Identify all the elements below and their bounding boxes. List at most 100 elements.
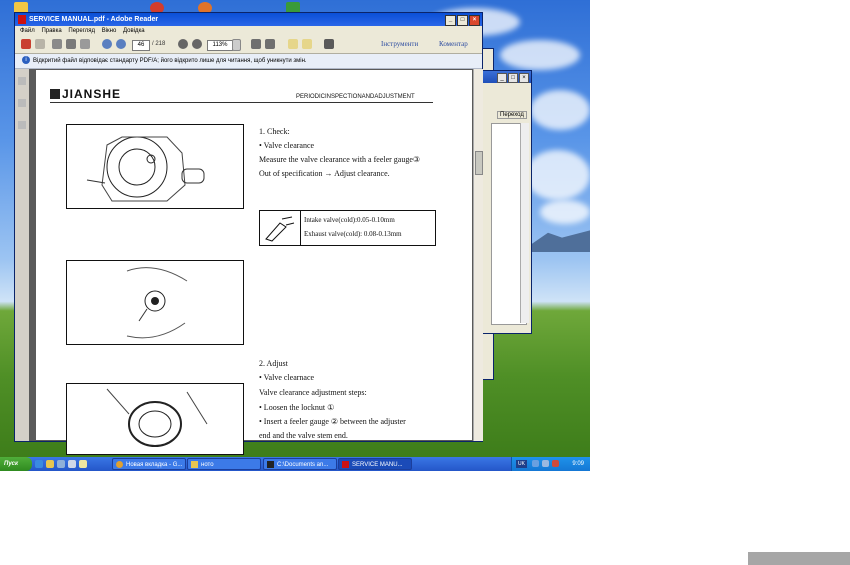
adobe-reader-icon	[342, 461, 349, 468]
info-message: Відкритий файл відповідає стандарту PDF/…	[33, 58, 307, 64]
check-item: • Valve clearance	[259, 141, 315, 150]
pdfa-info-bar: i Відкритий файл відповідає стандарту PDF…	[15, 54, 482, 69]
task-folder-label: ното	[201, 462, 214, 468]
gray-bar	[748, 552, 850, 565]
menu-window[interactable]: Вікно	[102, 28, 117, 34]
adobe-reader-icon	[18, 15, 26, 24]
system-tray: UK 9:09	[511, 457, 590, 471]
adjust-steps: Valve clearance adjustment steps:	[259, 388, 367, 397]
task-folder[interactable]: ното	[187, 458, 261, 470]
menu-edit[interactable]: Правка	[41, 28, 61, 34]
task-browser[interactable]: Новая вкладка - G...	[112, 458, 186, 470]
adjust-heading: 2. Adjust	[259, 359, 288, 368]
check-line-1: Measure the valve clearance with a feele…	[259, 155, 421, 164]
comment-button[interactable]: Коментар	[439, 40, 468, 49]
highlight-icon[interactable]	[302, 39, 312, 49]
task-reader-label: SERVICE MANU...	[352, 462, 403, 468]
header-rule	[50, 102, 433, 103]
save-icon[interactable]	[52, 39, 62, 49]
figure-valve-adjuster	[66, 260, 244, 345]
brand-logo: JIANSHE	[50, 87, 121, 101]
previous-page-icon[interactable]	[102, 39, 112, 49]
check-line-2: Out of specification → Adjust clearance.	[259, 169, 390, 178]
section-title: PERIODICINSPECTIONANDADJUSTMENT	[296, 94, 415, 100]
fit-page-icon[interactable]	[251, 39, 261, 49]
language-indicator[interactable]: UK	[516, 460, 527, 468]
window-title: SERVICE MANUAL.pdf - Adobe Reader	[29, 16, 159, 23]
adjust-step-1: • Loosen the locknut ①	[259, 403, 335, 412]
security-icon[interactable]	[552, 460, 559, 467]
menu-bar: Файл Правка Перегляд Вікно Довідка	[15, 26, 482, 36]
folder-icon	[191, 461, 198, 468]
background-window-scrollbar[interactable]	[520, 123, 529, 323]
figure-valve-cover	[66, 124, 244, 209]
signatures-icon[interactable]	[18, 121, 26, 129]
info-icon: i	[22, 56, 30, 65]
background-window[interactable]: _ □ × Переход	[482, 70, 532, 334]
start-button[interactable]: Пуск	[0, 457, 32, 471]
pdf-page: JIANSHE PERIODICINSPECTIONANDADJUSTMENT …	[36, 70, 472, 455]
maximize-button[interactable]: □	[508, 73, 518, 83]
menu-view[interactable]: Перегляд	[68, 28, 95, 34]
ie-icon[interactable]	[35, 460, 43, 468]
print-icon[interactable]	[66, 39, 76, 49]
zoom-select[interactable]: 113%	[207, 40, 233, 51]
spec-exhaust: Exhaust valve(cold): 0.08-0.13mm	[304, 230, 402, 238]
window-controls: _ □ ×	[445, 15, 480, 26]
document-scrollbar[interactable]	[473, 69, 483, 441]
menu-help[interactable]: Довідка	[123, 28, 145, 34]
volume-icon[interactable]	[542, 460, 549, 467]
show-desktop-icon[interactable]	[68, 460, 76, 468]
feeler-gauge-icon	[260, 211, 301, 245]
email-icon[interactable]	[80, 39, 90, 49]
sign-icon[interactable]	[324, 39, 334, 49]
media-icon[interactable]	[57, 460, 65, 468]
taskbar: Пуск Новая вкладка - G... ното C:\Docume…	[0, 457, 590, 471]
close-button[interactable]: ×	[519, 73, 529, 83]
check-heading: 1. Check:	[259, 127, 290, 136]
valve-adjuster-drawing	[126, 267, 188, 339]
task-reader[interactable]: SERVICE MANU...	[338, 458, 412, 470]
window-titlebar[interactable]: SERVICE MANUAL.pdf - Adobe Reader _ □ ×	[15, 13, 482, 26]
go-button[interactable]: Переход	[497, 111, 527, 119]
toolbar: 46 / 218 113% Інструменти Коментар	[15, 36, 482, 54]
zoom-in-icon[interactable]	[192, 39, 202, 49]
zoom-out-icon[interactable]	[178, 39, 188, 49]
comment-icon[interactable]	[288, 39, 298, 49]
navigation-pane	[15, 69, 30, 441]
attachments-icon[interactable]	[18, 99, 26, 107]
next-page-icon[interactable]	[116, 39, 126, 49]
brand-text: JIANSHE	[62, 87, 122, 101]
close-button[interactable]: ×	[469, 15, 480, 26]
adjust-item: • Valve clearnace	[259, 373, 315, 382]
task-cmd-label: C:\Documents an...	[277, 462, 329, 468]
chrome-icon	[116, 461, 123, 468]
figure-locknut	[66, 383, 244, 455]
scrollbar-thumb[interactable]	[475, 151, 483, 175]
brand-mark-icon	[50, 89, 60, 99]
clock: 9:09	[572, 461, 584, 467]
zoom-dropdown-icon[interactable]	[232, 39, 241, 51]
fit-width-icon[interactable]	[265, 39, 275, 49]
tools-button[interactable]: Інструменти	[381, 40, 418, 49]
background-window-controls: _ □ ×	[497, 73, 529, 83]
page-number-input[interactable]: 46	[132, 40, 150, 51]
task-browser-label: Новая вкладка - G...	[126, 462, 183, 468]
adjust-step-2-cont: end and the valve stem end.	[259, 431, 348, 440]
create-pdf-icon[interactable]	[21, 39, 31, 49]
console-icon	[267, 461, 274, 468]
minimize-button[interactable]: _	[497, 73, 507, 83]
page-thumbnails-icon[interactable]	[18, 77, 26, 85]
valve-cover-drawing	[86, 136, 205, 202]
menu-file[interactable]: Файл	[20, 28, 35, 34]
network-icon[interactable]	[532, 460, 539, 467]
combine-icon[interactable]	[35, 39, 45, 49]
maximize-button[interactable]: □	[457, 15, 468, 26]
spec-intake: Intake valve(cold):0.05-0.10mm	[304, 216, 395, 224]
folder-icon[interactable]	[46, 460, 54, 468]
page-total: / 218	[152, 41, 166, 47]
minimize-button[interactable]: _	[445, 15, 456, 26]
adjust-step-2: • Insert a feeler gauge ② between the ad…	[259, 417, 406, 426]
task-cmd[interactable]: C:\Documents an...	[263, 458, 337, 470]
notes-icon[interactable]	[79, 460, 87, 468]
